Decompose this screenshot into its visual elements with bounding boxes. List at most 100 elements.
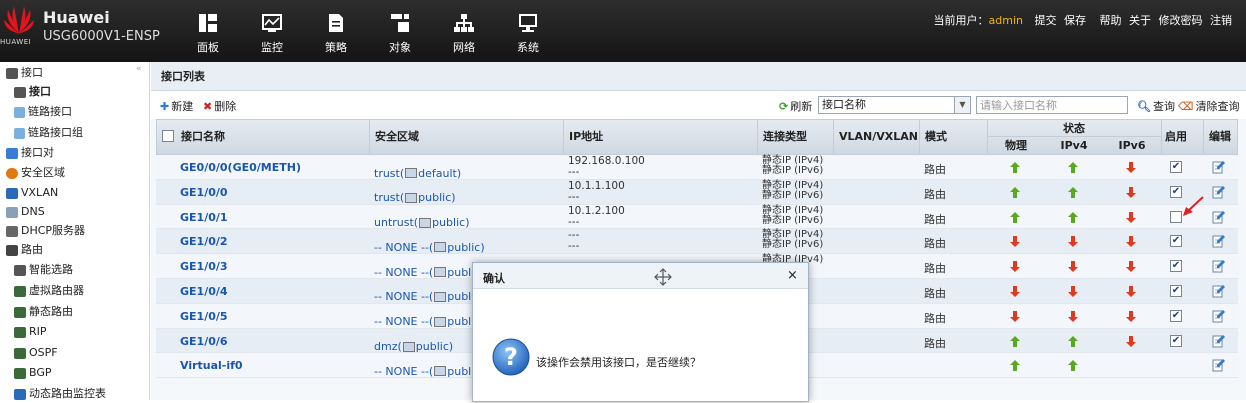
sidebar-item-dynamic-route-monitor[interactable]: 动态路由监控表 bbox=[14, 385, 106, 403]
zone-name: untrust( bbox=[374, 216, 419, 230]
nav-monitor[interactable]: 监控 bbox=[240, 12, 304, 58]
nav-label: 面板 bbox=[197, 41, 219, 54]
sidebar-item-label: RIP bbox=[29, 325, 47, 338]
delete-button[interactable]: ✖ 删除 bbox=[203, 98, 236, 114]
sidebar-item-dhcp-server[interactable]: DHCP服务器 bbox=[6, 222, 85, 240]
about-link[interactable]: 关于 bbox=[1129, 14, 1151, 27]
logout-link[interactable]: 注销 bbox=[1210, 14, 1232, 27]
sidebar-item-vxlan[interactable]: VXLAN bbox=[6, 184, 58, 202]
sidebar-item-link-interface[interactable]: 链路接口 bbox=[14, 103, 72, 121]
refresh-button[interactable]: ⟳ 刷新 bbox=[779, 98, 812, 114]
current-user-label: 当前用户： bbox=[933, 14, 989, 27]
sidebar-item-interface[interactable]: 接口 bbox=[14, 83, 51, 101]
physical-status-down-arrow-icon bbox=[1010, 261, 1020, 273]
close-icon[interactable]: × bbox=[787, 268, 798, 283]
interface-name-link[interactable]: Virtual-if0 bbox=[180, 359, 243, 383]
nav-network[interactable]: 网络 bbox=[432, 12, 496, 58]
col-vlan[interactable]: VLAN/VXLAN bbox=[839, 120, 918, 154]
nav-dashboard[interactable]: 面板 bbox=[176, 12, 240, 58]
col-ip[interactable]: IP地址 bbox=[569, 120, 603, 154]
sidebar-item-label: 静态路由 bbox=[29, 305, 73, 318]
enable-checkbox[interactable]: ✔ bbox=[1170, 235, 1182, 248]
sidebar-collapse-icon[interactable]: « bbox=[136, 64, 142, 74]
enable-checkbox[interactable]: ✔ bbox=[1170, 309, 1182, 322]
ipv4-status-up-arrow-icon bbox=[1068, 335, 1078, 347]
col-edit: 编辑 bbox=[1209, 130, 1231, 143]
move-icon[interactable] bbox=[653, 267, 673, 287]
red-pointer-arrow-icon bbox=[1183, 196, 1204, 216]
ip-address: 10.1.1.100 --- bbox=[568, 180, 625, 205]
edit-icon[interactable] bbox=[1212, 185, 1225, 199]
col-name[interactable]: 接口名称 bbox=[181, 120, 225, 154]
sidebar-item-interface-group[interactable]: 接口 bbox=[6, 64, 43, 82]
dashboard-icon bbox=[199, 14, 217, 32]
column-divider bbox=[1161, 120, 1162, 154]
sidebar-item-label: 接口 bbox=[21, 66, 43, 79]
enable-checkbox[interactable]: ✔ bbox=[1170, 161, 1182, 173]
table-row[interactable]: GE1/0/2 -- NONE --(public) --- --- 静态IP (IPv… bbox=[156, 229, 1238, 255]
nav-policy[interactable]: 策略 bbox=[304, 12, 368, 58]
enable-checkbox[interactable]: ✔ bbox=[1170, 334, 1182, 347]
edit-icon[interactable] bbox=[1212, 309, 1225, 323]
sidebar-item-ospf[interactable]: OSPF bbox=[14, 344, 58, 362]
table-row[interactable]: GE1/0/0 trust(public) 10.1.1.100 --- 静态IP (I… bbox=[156, 179, 1238, 205]
physical-status-up-arrow-icon bbox=[1010, 186, 1020, 198]
ipv4-status-up-arrow-icon bbox=[1068, 162, 1078, 173]
query-button[interactable]: 🔍︎ 查询 bbox=[1137, 98, 1175, 114]
col-mode[interactable]: 模式 bbox=[925, 120, 947, 154]
sidebar-item-bgp[interactable]: BGP bbox=[14, 364, 52, 382]
column-divider bbox=[369, 120, 370, 154]
col-zone[interactable]: 安全区域 bbox=[375, 120, 419, 154]
sidebar-item-smart-routing[interactable]: 智能选路 bbox=[14, 261, 73, 279]
routing-icon bbox=[6, 244, 18, 256]
dns-icon bbox=[6, 206, 18, 218]
select-all-checkbox[interactable] bbox=[162, 130, 174, 142]
enable-checkbox[interactable]: ✔ bbox=[1170, 284, 1182, 297]
nav-object[interactable]: 对象 bbox=[368, 12, 432, 58]
sidebar-item-dns[interactable]: DNS bbox=[6, 203, 45, 221]
search-input[interactable] bbox=[976, 96, 1128, 114]
interface-icon bbox=[6, 67, 18, 79]
sidebar-item-link-interface-group[interactable]: 链路接口组 bbox=[14, 124, 83, 142]
table-row[interactable]: GE1/0/1 untrust(public) 10.1.2.100 --- 静态IP … bbox=[156, 204, 1238, 230]
edit-icon[interactable] bbox=[1212, 334, 1225, 348]
zone-name: trust( bbox=[374, 191, 405, 205]
brand-name: Huawei bbox=[43, 8, 110, 27]
physical-status-up-arrow-icon bbox=[1010, 360, 1020, 372]
connection-type: 静态IP (IPv4) 静态IP (IPv6) bbox=[762, 230, 823, 254]
table-row[interactable]: GE0/0/0(GE0/METH) trust(default) 192.168.0… bbox=[156, 155, 1238, 180]
edit-icon[interactable] bbox=[1212, 234, 1225, 248]
interface-icon bbox=[14, 86, 26, 98]
save-link[interactable]: 保存 bbox=[1064, 14, 1086, 27]
edit-icon[interactable] bbox=[1212, 358, 1225, 372]
nav-system[interactable]: 系统 bbox=[496, 12, 560, 58]
edit-icon[interactable] bbox=[1212, 259, 1225, 273]
dialog-titlebar[interactable]: 确认 × bbox=[473, 263, 808, 289]
col-enable: 启用 bbox=[1165, 130, 1187, 143]
rip-icon bbox=[14, 326, 26, 338]
edit-icon[interactable] bbox=[1212, 284, 1225, 298]
ipv6-status-down-arrow-icon bbox=[1126, 285, 1136, 297]
ipv6-address: --- bbox=[568, 240, 580, 253]
change-password-link[interactable]: 修改密码 bbox=[1159, 14, 1203, 27]
filter-select[interactable]: 接口名称 ▼ bbox=[818, 96, 971, 114]
edit-icon[interactable] bbox=[1212, 210, 1225, 224]
clear-query-button[interactable]: ⌫ 清除查询 bbox=[1178, 98, 1240, 114]
sidebar-item-static-route[interactable]: 静态路由 bbox=[14, 303, 73, 321]
help-link[interactable]: 帮助 bbox=[1100, 14, 1122, 27]
new-button[interactable]: ✚ 新建 bbox=[160, 98, 193, 114]
sidebar-item-virtual-router[interactable]: 虚拟路由器 bbox=[14, 282, 84, 300]
col-conn-type[interactable]: 连接类型 bbox=[763, 120, 807, 154]
sidebar-item-rip[interactable]: RIP bbox=[14, 323, 47, 341]
sidebar-item-security-zone[interactable]: 安全区域 bbox=[6, 164, 65, 182]
sidebar-item-routing[interactable]: 路由 bbox=[6, 241, 43, 259]
enable-checkbox[interactable]: ✔ bbox=[1170, 260, 1182, 273]
sidebar-item-interface-pair[interactable]: 接口对 bbox=[6, 144, 54, 162]
ospf-icon bbox=[14, 347, 26, 359]
submit-link[interactable]: 提交 bbox=[1035, 14, 1057, 27]
smart-routing-icon bbox=[14, 264, 26, 276]
security-zone-link[interactable]: -- NONE --(public) bbox=[374, 359, 485, 383]
nav-label: 网络 bbox=[453, 41, 475, 54]
network-icon bbox=[454, 14, 474, 32]
edit-icon[interactable] bbox=[1212, 160, 1225, 174]
